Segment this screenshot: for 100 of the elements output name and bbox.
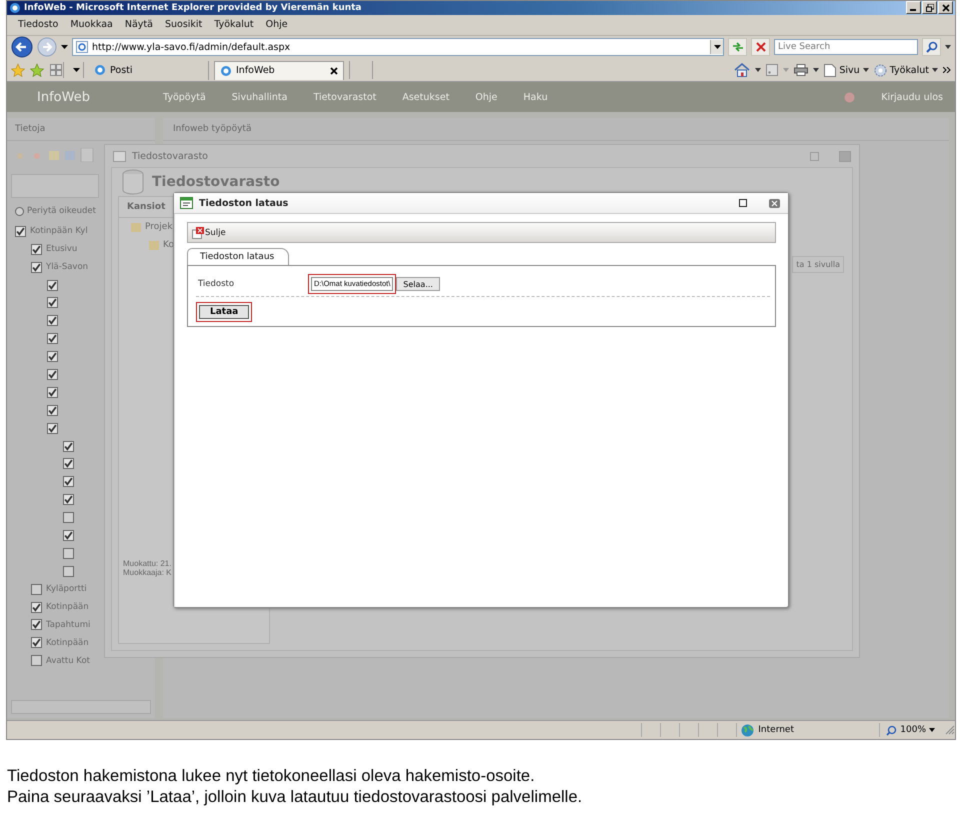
checkbox[interactable] xyxy=(47,422,58,434)
page-menu-button[interactable]: Sivu xyxy=(824,64,869,77)
tree-item[interactable]: Kotinpään Kyl xyxy=(30,226,88,236)
nav-item[interactable]: Tietovarastot xyxy=(313,92,376,103)
pager-text: ta 1 sivulla xyxy=(796,260,840,270)
nav-item[interactable]: Asetukset xyxy=(402,92,450,103)
window-title: InfoWeb - Microsoft Internet Explorer provided by Vieremän kunta xyxy=(24,2,362,13)
chevron-icon[interactable] xyxy=(943,67,951,74)
search-icon xyxy=(926,41,938,54)
tree-item[interactable]: Ylä-Savon xyxy=(46,262,88,272)
panel-title: Infoweb työpöytä xyxy=(173,124,252,134)
close-icon[interactable] xyxy=(330,66,338,75)
resize-grip-icon[interactable] xyxy=(945,725,955,736)
caret-icon[interactable] xyxy=(61,45,68,50)
search-field[interactable]: Live Search xyxy=(774,39,918,56)
folder-item[interactable]: Projek xyxy=(145,222,173,232)
browse-button[interactable]: Selaa... xyxy=(396,277,440,292)
checkbox[interactable] xyxy=(31,619,42,630)
caret-icon xyxy=(72,68,80,72)
tree-item[interactable]: Avattu Kot xyxy=(46,656,90,666)
window-title: Tiedostovarasto xyxy=(132,150,208,162)
caret-icon[interactable] xyxy=(755,68,762,72)
address-field[interactable]: http://www.yla-savo.fi/admin/default.aspx xyxy=(72,38,724,56)
search-button[interactable] xyxy=(922,38,941,56)
checkbox[interactable] xyxy=(47,333,58,344)
menu-item[interactable]: Työkalut xyxy=(209,19,259,30)
checkbox[interactable] xyxy=(31,262,42,273)
dropdown-button[interactable] xyxy=(710,40,723,54)
add-favorite-icon[interactable] xyxy=(30,63,44,78)
browser-tab[interactable]: Posti xyxy=(89,60,209,80)
nav-item[interactable]: Ohje xyxy=(475,92,498,103)
app-logo[interactable]: InfoWeb xyxy=(37,90,137,105)
close-toolbar-button[interactable]: Sulje xyxy=(188,226,230,239)
checkbox[interactable] xyxy=(47,386,58,398)
caret-icon[interactable] xyxy=(945,45,951,50)
stop-button[interactable] xyxy=(751,38,770,56)
minimize-button[interactable] xyxy=(906,1,921,14)
checkbox[interactable] xyxy=(47,404,58,416)
globe-icon xyxy=(741,724,754,737)
tree-item[interactable]: Etusivu xyxy=(46,244,78,254)
checkbox[interactable] xyxy=(63,440,74,452)
checkbox[interactable] xyxy=(63,566,74,577)
tab-grid-icon[interactable] xyxy=(50,64,62,76)
checkbox[interactable] xyxy=(47,369,58,380)
restore-button[interactable] xyxy=(922,1,937,14)
menu-item[interactable]: Ohje xyxy=(260,19,293,30)
menu-item[interactable]: Tiedosto xyxy=(13,19,64,30)
tree-item[interactable]: Kotinpään xyxy=(46,638,89,648)
nav-item[interactable]: Haku xyxy=(523,92,548,103)
checkbox[interactable] xyxy=(47,297,58,308)
caption-text: Paina seuraavaksi ’Lataa’, jolloin kuva latautuu tiedostovarastoosi palvelimelle. xyxy=(7,787,584,808)
printer-icon[interactable] xyxy=(794,64,808,76)
checkbox[interactable] xyxy=(31,655,42,666)
checkbox[interactable] xyxy=(63,458,74,470)
upload-button[interactable]: Lataa xyxy=(199,305,250,320)
zone-text: Internet xyxy=(758,725,794,736)
checkbox[interactable] xyxy=(63,548,74,559)
panel-title: Tietoja xyxy=(15,124,46,134)
nav-item[interactable]: Työpöytä xyxy=(163,92,206,103)
home-icon[interactable] xyxy=(734,63,750,78)
tab[interactable]: Tiedoston lataus xyxy=(187,248,290,266)
radio-button[interactable] xyxy=(15,206,24,216)
caret-icon xyxy=(929,728,935,732)
checkbox[interactable] xyxy=(47,351,58,362)
caption-text: Tiedoston hakemistona lukee nyt tietokoneellasi oleva hakemisto-osoite. xyxy=(7,766,536,787)
checkbox[interactable] xyxy=(31,244,42,255)
checkbox[interactable] xyxy=(63,530,74,542)
folder-item[interactable]: Ko xyxy=(163,240,174,250)
tools-menu-button[interactable]: Työkalut xyxy=(874,64,938,77)
checkbox[interactable] xyxy=(31,602,42,613)
checkbox[interactable] xyxy=(15,226,26,237)
menu-item[interactable]: Näytä xyxy=(120,19,158,30)
address-text: http://www.yla-savo.fi/admin/default.aspx xyxy=(92,42,290,53)
caret-icon[interactable] xyxy=(813,68,820,72)
nav-item[interactable]: Sivuhallinta xyxy=(232,92,288,103)
tree-item[interactable]: Tapahtumi xyxy=(46,620,90,630)
modified-text: Muokattu: 21. xyxy=(123,559,172,568)
tree-item[interactable]: Kyläportti xyxy=(46,584,87,594)
checkbox[interactable] xyxy=(63,512,74,524)
logout-link[interactable]: Kirjaudu ulos xyxy=(881,92,943,103)
checkbox[interactable] xyxy=(31,584,42,595)
maximize-button[interactable] xyxy=(739,199,747,208)
feed-icon[interactable] xyxy=(766,64,778,76)
window-icon xyxy=(180,197,193,210)
checkbox[interactable] xyxy=(47,280,58,291)
input-field[interactable] xyxy=(11,174,99,198)
browser-tab[interactable]: InfoWeb xyxy=(214,60,344,80)
checkbox[interactable] xyxy=(31,637,42,648)
checkbox[interactable] xyxy=(63,476,74,488)
browser-logo-icon xyxy=(9,2,21,14)
menu-item[interactable]: Muokkaa xyxy=(65,19,118,30)
menu-item[interactable]: Suosikit xyxy=(160,19,208,30)
zoom-button[interactable]: 100% xyxy=(879,723,945,738)
checkbox[interactable] xyxy=(47,315,58,326)
star-icon[interactable] xyxy=(11,63,25,78)
back-button[interactable] xyxy=(11,36,33,58)
refresh-button[interactable] xyxy=(728,38,747,56)
tree-item[interactable]: Kotinpään xyxy=(46,602,89,612)
checkbox[interactable] xyxy=(63,494,74,506)
scrollbar[interactable] xyxy=(11,700,151,714)
